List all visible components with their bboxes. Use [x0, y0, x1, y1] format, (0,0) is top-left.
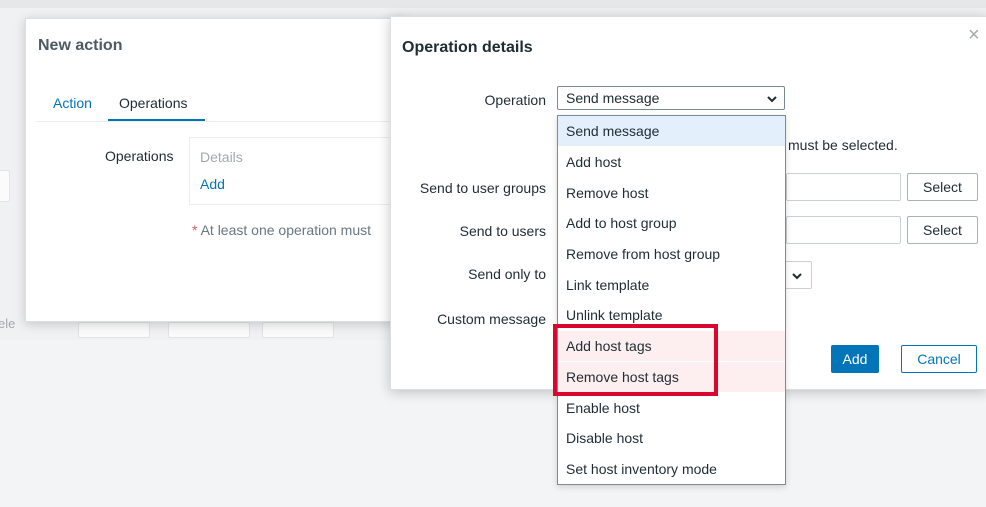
- operation-dropdown-list: Send message Add host Remove host Add to…: [557, 115, 786, 485]
- background-text: ele: [0, 316, 16, 331]
- page-top-strip: [0, 0, 986, 8]
- option-send-message[interactable]: Send message: [558, 116, 785, 146]
- operation-select-value: Send message: [566, 90, 660, 106]
- add-operation-link[interactable]: Add: [200, 176, 225, 192]
- select-user-groups-button[interactable]: Select: [907, 173, 978, 201]
- custom-message-label: Custom message: [437, 311, 546, 327]
- chevron-down-icon: [767, 96, 777, 103]
- chevron-down-icon: [792, 273, 802, 280]
- send-only-to-label: Send only to: [468, 266, 546, 282]
- details-header: Details: [200, 149, 243, 165]
- new-action-dialog: New action Action Operations Operations …: [25, 18, 412, 322]
- add-button[interactable]: Add: [831, 345, 879, 373]
- warning-text: At least one operation must: [200, 222, 372, 238]
- background-field: [0, 170, 10, 202]
- operation-select[interactable]: Send message: [557, 86, 785, 110]
- tab-divider: [36, 121, 406, 122]
- option-disable-host[interactable]: Disable host: [558, 423, 785, 453]
- option-add-to-host-group[interactable]: Add to host group: [558, 208, 785, 238]
- annotation-highlight-box: [553, 324, 718, 396]
- operations-warning: * At least one operation must: [192, 222, 371, 238]
- option-set-host-inventory-mode[interactable]: Set host inventory mode: [558, 454, 785, 484]
- option-enable-host[interactable]: Enable host: [558, 393, 785, 423]
- dialog-title: Operation details: [402, 39, 533, 56]
- option-link-template[interactable]: Link template: [558, 270, 785, 300]
- background-button: [78, 322, 150, 338]
- send-to-users-label: Send to users: [459, 223, 546, 239]
- operations-label: Operations: [105, 148, 174, 164]
- background-button: [168, 322, 250, 338]
- users-input[interactable]: [786, 216, 901, 244]
- dialog-title: New action: [38, 37, 123, 54]
- operations-table: Details Add: [189, 137, 412, 205]
- background-button: [262, 322, 334, 338]
- send-to-user-groups-label: Send to user groups: [419, 180, 546, 196]
- option-add-host[interactable]: Add host: [558, 147, 785, 177]
- tab-action[interactable]: Action: [53, 95, 92, 111]
- must-be-selected-text: must be selected.: [788, 137, 898, 153]
- tab-operations[interactable]: Operations: [119, 95, 187, 111]
- operation-label: Operation: [484, 92, 546, 108]
- user-groups-input[interactable]: [786, 173, 901, 201]
- active-tab-indicator: [108, 119, 205, 121]
- cancel-button[interactable]: Cancel: [901, 345, 977, 373]
- close-icon[interactable]: ×: [968, 25, 980, 45]
- option-remove-host[interactable]: Remove host: [558, 178, 785, 208]
- option-remove-from-host-group[interactable]: Remove from host group: [558, 239, 785, 269]
- select-users-button[interactable]: Select: [907, 216, 978, 244]
- required-star: *: [192, 222, 198, 238]
